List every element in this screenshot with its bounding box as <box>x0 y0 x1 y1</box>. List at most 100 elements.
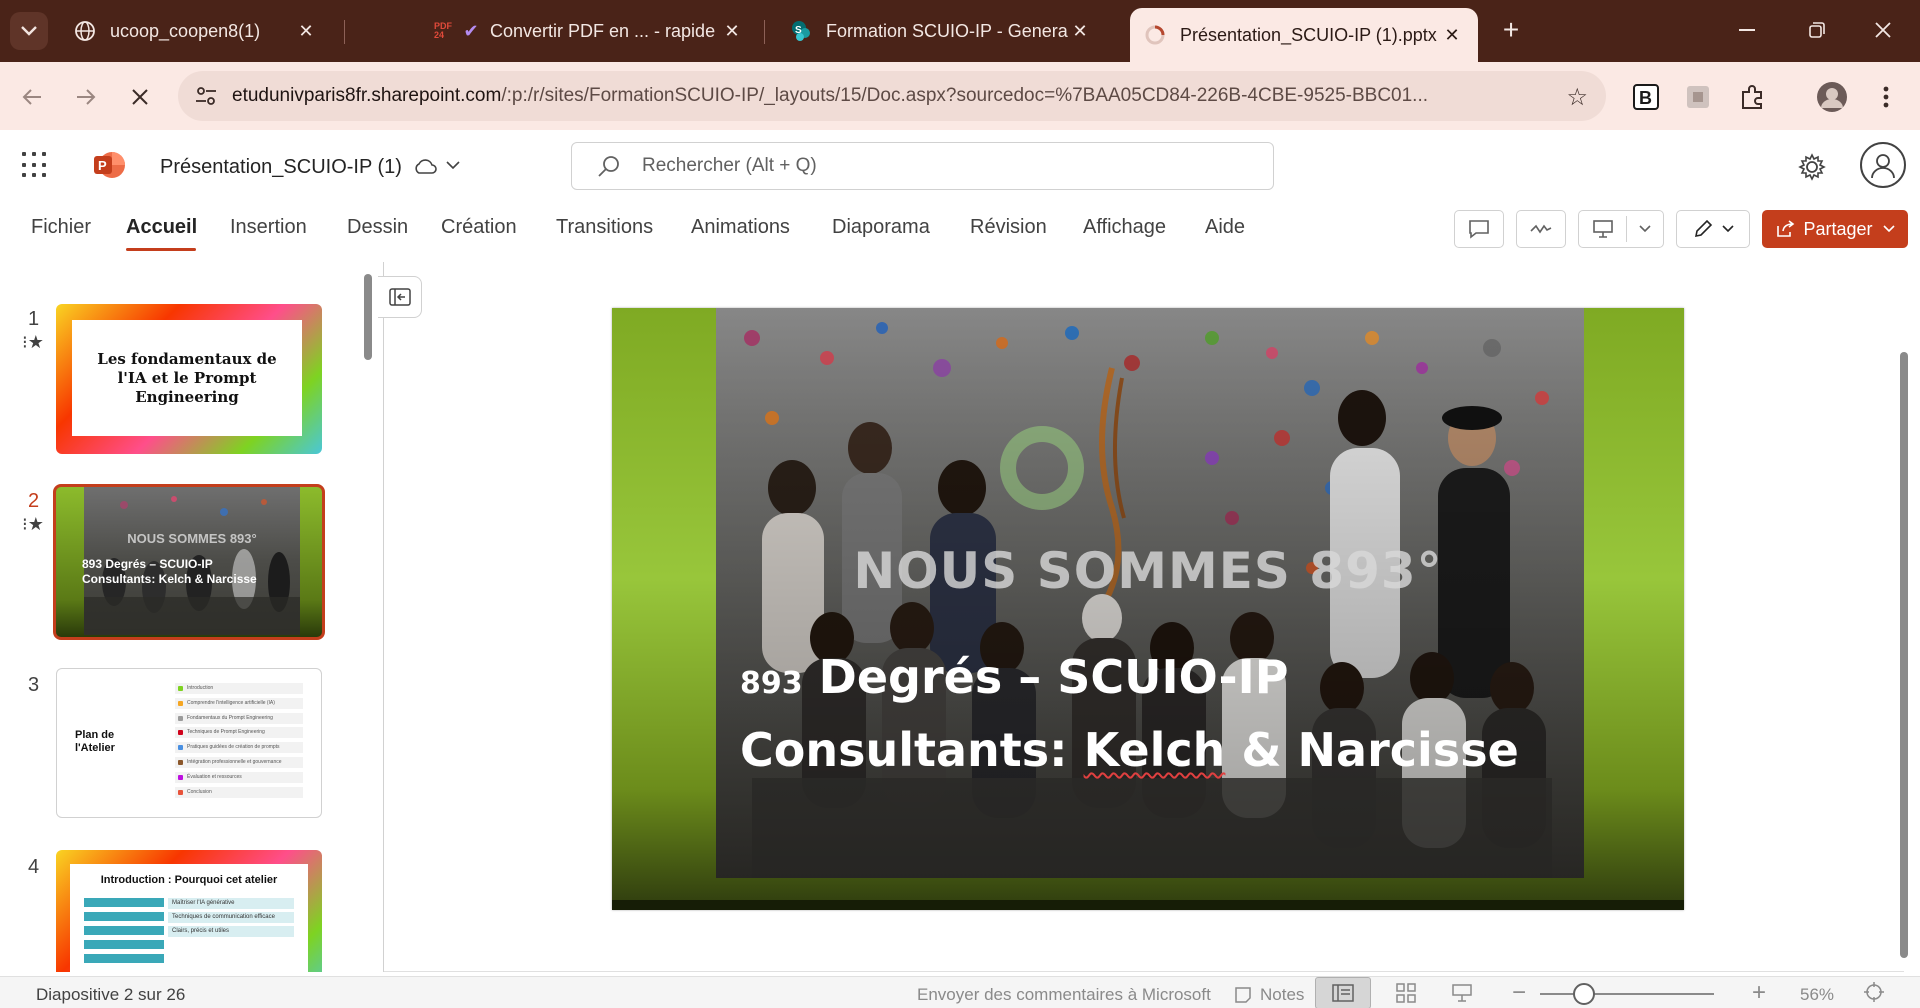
canvas-scrollbar[interactable] <box>1900 352 1908 958</box>
tab-revision[interactable]: Révision <box>970 216 1047 239</box>
minimize-button[interactable] <box>1720 12 1774 48</box>
slide-sorter-button[interactable] <box>1378 977 1434 1008</box>
slide-thumbnail-2[interactable]: NOUS SOMMES 893° 893 Degrés – SCUIO-IP C… <box>53 484 325 640</box>
minimize-icon <box>1739 29 1755 31</box>
agenda-list: Introduction Comprendre l'intelligence a… <box>175 683 303 801</box>
zoom-level[interactable]: 56% <box>1800 985 1834 1005</box>
tab-diaporama[interactable]: Diaporama <box>832 216 930 239</box>
document-title[interactable]: Présentation_SCUIO-IP (1) <box>160 156 402 179</box>
stop-loading-button[interactable] <box>122 79 158 115</box>
browser-tab-2[interactable]: PDF 24 ✔ Convertir PDF en ... - rapide ✕ <box>418 10 758 52</box>
thumbnail-title: Introduction : Pourquoi cet atelier <box>100 874 278 886</box>
tab-fichier[interactable]: Fichier <box>31 216 91 239</box>
share-label: Partager <box>1803 218 1873 239</box>
app-launcher-icon[interactable] <box>22 152 48 178</box>
browser-tab-3[interactable]: S Formation SCUIO-IP - General - ✕ <box>776 10 1106 52</box>
collapse-pane-button[interactable] <box>378 276 422 318</box>
thumbnails-scrollbar[interactable] <box>364 274 372 360</box>
comments-button[interactable] <box>1454 210 1504 248</box>
person-icon <box>1871 154 1895 179</box>
browser-tab-1[interactable]: ucoop_coopen8(1) ✕ <box>60 10 332 52</box>
tab-creation[interactable]: Création <box>441 216 517 239</box>
site-info-icon[interactable] <box>190 80 222 112</box>
tab-affichage[interactable]: Affichage <box>1083 216 1166 239</box>
browser-tab-strip: ucoop_coopen8(1) ✕ PDF 24 ✔ Convertir PDF… <box>0 0 1920 62</box>
tab-search-button[interactable] <box>10 12 48 50</box>
notes-button[interactable]: Notes <box>1234 985 1304 1005</box>
editing-mode-button[interactable] <box>1676 210 1750 248</box>
tab-title: ucoop_coopen8(1) <box>110 20 261 41</box>
profile-avatar[interactable] <box>1814 79 1850 115</box>
slideshow-button[interactable] <box>1434 977 1490 1008</box>
tab-insertion[interactable]: Insertion <box>230 216 307 239</box>
slide-thumbnail-4[interactable]: Introduction : Pourquoi cet atelier Maît… <box>56 850 322 972</box>
collapse-panel-icon <box>388 288 411 306</box>
zoom-slider-thumb[interactable] <box>1573 983 1595 1005</box>
animation-star-icon: ⁝★ <box>22 514 44 534</box>
browser-tab-active[interactable]: Présentation_SCUIO-IP (1).pptx ✕ <box>1130 8 1478 62</box>
url-host: etudunivparis8fr.sharepoint.com <box>232 85 502 106</box>
tab-accueil[interactable]: Accueil <box>126 216 197 239</box>
agenda-item: Comprendre l'intelligence artificielle (… <box>187 699 275 706</box>
slide-number: 4 <box>28 856 40 878</box>
account-button[interactable] <box>1860 142 1906 188</box>
thumbnail-title-line2: Consultants: Kelch & Narcisse <box>82 572 257 586</box>
tab-dessin[interactable]: Dessin <box>347 216 408 239</box>
bold-extension-icon[interactable]: B <box>1628 79 1664 115</box>
feedback-link[interactable]: Envoyer des commentaires à Microsoft <box>917 985 1211 1005</box>
agenda-item: Évaluation et ressources <box>187 773 242 780</box>
zoom-in-button[interactable]: + <box>1752 979 1766 1007</box>
slide-thumbnail-3[interactable]: Plan de l'Atelier Introduction Comprendr… <box>56 668 322 818</box>
powerpoint-logo-icon[interactable]: P <box>92 148 126 182</box>
thumbnail-heading: NOUS SOMMES 893° <box>127 531 257 546</box>
current-slide[interactable]: NOUS SOMMES 893° 893 Degrés – SCUIO-IP C… <box>612 308 1684 910</box>
extensions-puzzle-icon[interactable] <box>1734 79 1770 115</box>
address-bar[interactable]: etudunivparis8fr.sharepoint.com/:p:/r/si… <box>178 71 1606 121</box>
comment-icon <box>1469 220 1489 239</box>
close-tab-icon[interactable]: ✕ <box>720 21 744 42</box>
slide-thumbnail-1[interactable]: Les fondamentaux de l'IA et le Prompt En… <box>56 304 322 454</box>
forward-button[interactable] <box>68 79 104 115</box>
present-button[interactable] <box>1578 210 1664 248</box>
tab-animations[interactable]: Animations <box>691 216 790 239</box>
presentation-icon <box>1452 984 1472 1002</box>
close-window-button[interactable] <box>1856 12 1910 48</box>
close-icon <box>132 89 148 105</box>
climbing-wall-photo <box>612 308 1684 910</box>
tab-title: Présentation_SCUIO-IP (1).pptx <box>1180 24 1437 45</box>
extension-square-icon[interactable] <box>1680 79 1716 115</box>
slide-thumbnails-pane: 1 ⁝★ Les fondamentaux de l'IA et le Prom… <box>0 260 384 972</box>
chevron-down-icon[interactable] <box>446 156 460 172</box>
back-button[interactable] <box>14 79 50 115</box>
restore-button[interactable] <box>1790 12 1844 48</box>
zoom-out-button[interactable]: − <box>1512 979 1526 1007</box>
close-tab-icon[interactable]: ✕ <box>294 21 318 42</box>
close-tab-icon[interactable]: ✕ <box>1068 21 1092 42</box>
canvas-bottom-divider <box>384 971 1904 972</box>
tab-aide[interactable]: Aide <box>1205 216 1245 239</box>
gear-icon[interactable] <box>1797 152 1827 182</box>
ribbon-tabs: Fichier Accueil Insertion Dessin Créatio… <box>0 204 1920 256</box>
new-tab-button[interactable]: + <box>1494 14 1528 46</box>
loading-icon <box>1144 24 1166 46</box>
normal-view-button[interactable] <box>1315 977 1371 1008</box>
tab-transitions[interactable]: Transitions <box>556 216 653 239</box>
close-tab-icon[interactable]: ✕ <box>1440 25 1464 46</box>
zoom-slider[interactable] <box>1540 993 1714 995</box>
url-path: /:p:/r/sites/FormationSCUIO-IP/_layouts/… <box>501 85 1429 106</box>
catch-up-button[interactable] <box>1516 210 1566 248</box>
star-icon[interactable]: ☆ <box>1566 83 1588 112</box>
share-button[interactable]: Partager <box>1762 210 1908 248</box>
slide-number: 2 <box>28 490 40 512</box>
cloud-icon[interactable] <box>412 154 438 180</box>
svg-text:P: P <box>98 158 107 173</box>
search-input[interactable]: Rechercher (Alt + Q) <box>571 142 1274 190</box>
tab-separator <box>344 20 345 44</box>
fit-to-window-icon[interactable] <box>1864 982 1884 1007</box>
tab-separator <box>764 20 765 44</box>
agenda-item: Pratiques guidées de création de prompts <box>187 744 280 751</box>
activity-icon <box>1530 224 1552 234</box>
browser-menu-icon[interactable] <box>1868 79 1904 115</box>
powerpoint-header: P Présentation_SCUIO-IP (1) Rechercher (… <box>0 130 1920 204</box>
slide-counter: Diapositive 2 sur 26 <box>36 985 186 1004</box>
